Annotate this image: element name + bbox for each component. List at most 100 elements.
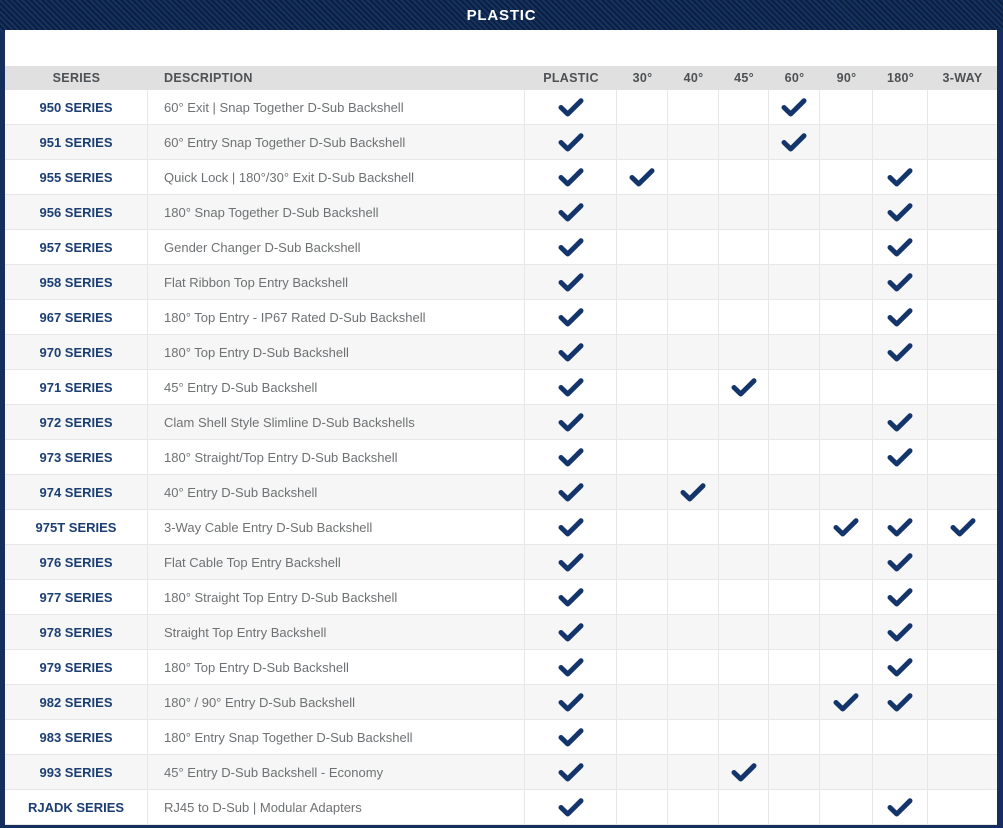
- check-cell-deg30: [617, 335, 668, 369]
- series-link[interactable]: 956 SERIES: [5, 195, 148, 229]
- series-link[interactable]: 970 SERIES: [5, 335, 148, 369]
- check-cell-way3: [928, 300, 997, 334]
- check-cell-deg40: [668, 335, 719, 369]
- series-link[interactable]: 975T SERIES: [5, 510, 148, 544]
- check-cell-deg180: [873, 440, 928, 474]
- table-row: 951 SERIES60° Entry Snap Together D-Sub …: [5, 125, 997, 160]
- check-cell-deg45: [719, 755, 769, 789]
- check-cell-deg45: [719, 370, 769, 404]
- check-cell-way3: [928, 125, 997, 159]
- series-link[interactable]: 955 SERIES: [5, 160, 148, 194]
- check-cell-way3: [928, 755, 997, 789]
- check-cell-deg45: [719, 510, 769, 544]
- check-cell-plastic: [525, 580, 617, 614]
- check-cell-deg45: [719, 545, 769, 579]
- series-link[interactable]: 974 SERIES: [5, 475, 148, 509]
- check-cell-deg180: [873, 650, 928, 684]
- series-link[interactable]: 951 SERIES: [5, 125, 148, 159]
- banner-title: PLASTIC: [467, 7, 537, 24]
- check-cell-way3: [928, 370, 997, 404]
- check-cell-deg40: [668, 685, 719, 719]
- checkmark-icon: [558, 518, 584, 537]
- check-cell-plastic: [525, 160, 617, 194]
- check-cell-deg180: [873, 265, 928, 299]
- checkmark-icon: [887, 553, 913, 572]
- check-cell-deg45: [719, 720, 769, 754]
- check-cell-deg90: [820, 125, 873, 159]
- table-row: 957 SERIESGender Changer D-Sub Backshell: [5, 230, 997, 265]
- checkmark-icon: [887, 168, 913, 187]
- checkmark-icon: [558, 343, 584, 362]
- check-cell-deg40: [668, 720, 719, 754]
- row-description: 3-Way Cable Entry D-Sub Backshell: [148, 510, 525, 544]
- check-cell-deg40: [668, 230, 719, 264]
- series-link[interactable]: 978 SERIES: [5, 615, 148, 649]
- check-cell-deg60: [769, 405, 820, 439]
- checkmark-icon: [558, 798, 584, 817]
- table-row: RJADK SERIESRJ45 to D-Sub | Modular Adap…: [5, 790, 997, 825]
- series-link[interactable]: 973 SERIES: [5, 440, 148, 474]
- check-cell-deg30: [617, 685, 668, 719]
- checkmark-icon: [781, 133, 807, 152]
- check-cell-deg60: [769, 685, 820, 719]
- check-cell-deg180: [873, 580, 928, 614]
- checkmark-icon: [558, 588, 584, 607]
- check-cell-plastic: [525, 685, 617, 719]
- col-header-deg90: 90°: [820, 66, 873, 90]
- check-cell-deg30: [617, 720, 668, 754]
- check-cell-deg90: [820, 720, 873, 754]
- check-cell-plastic: [525, 545, 617, 579]
- check-cell-deg60: [769, 195, 820, 229]
- check-cell-way3: [928, 335, 997, 369]
- checkmark-icon: [558, 728, 584, 747]
- series-link[interactable]: 977 SERIES: [5, 580, 148, 614]
- series-link[interactable]: 958 SERIES: [5, 265, 148, 299]
- check-cell-deg180: [873, 545, 928, 579]
- series-link[interactable]: 983 SERIES: [5, 720, 148, 754]
- series-link[interactable]: 971 SERIES: [5, 370, 148, 404]
- col-header-deg40: 40°: [668, 66, 719, 90]
- check-cell-deg45: [719, 615, 769, 649]
- plastic-backshell-comparison-page: PLASTIC SERIES DESCRIPTION PLASTIC30°40°…: [0, 0, 1003, 828]
- series-link[interactable]: 982 SERIES: [5, 685, 148, 719]
- checkmark-icon: [887, 203, 913, 222]
- row-description: 180° Entry Snap Together D-Sub Backshell: [148, 720, 525, 754]
- check-cell-deg40: [668, 300, 719, 334]
- check-cell-deg90: [820, 475, 873, 509]
- table-body: 950 SERIES60° Exit | Snap Together D-Sub…: [5, 90, 997, 825]
- row-description: 45° Entry D-Sub Backshell - Economy: [148, 755, 525, 789]
- table-row: 958 SERIESFlat Ribbon Top Entry Backshel…: [5, 265, 997, 300]
- checkmark-icon: [887, 623, 913, 642]
- check-cell-deg30: [617, 790, 668, 824]
- row-description: Gender Changer D-Sub Backshell: [148, 230, 525, 264]
- check-cell-deg30: [617, 370, 668, 404]
- check-cell-deg45: [719, 265, 769, 299]
- check-cell-plastic: [525, 335, 617, 369]
- table-row: 973 SERIES180° Straight/Top Entry D-Sub …: [5, 440, 997, 475]
- series-link[interactable]: 979 SERIES: [5, 650, 148, 684]
- series-link[interactable]: RJADK SERIES: [5, 790, 148, 824]
- check-cell-deg40: [668, 545, 719, 579]
- check-cell-deg40: [668, 405, 719, 439]
- check-cell-deg45: [719, 125, 769, 159]
- check-cell-way3: [928, 650, 997, 684]
- check-cell-deg30: [617, 755, 668, 789]
- checkmark-icon: [887, 588, 913, 607]
- series-link[interactable]: 976 SERIES: [5, 545, 148, 579]
- check-cell-deg90: [820, 685, 873, 719]
- series-link[interactable]: 967 SERIES: [5, 300, 148, 334]
- table-row: 983 SERIES180° Entry Snap Together D-Sub…: [5, 720, 997, 755]
- col-header-deg60: 60°: [769, 66, 820, 90]
- series-link[interactable]: 972 SERIES: [5, 405, 148, 439]
- check-cell-deg30: [617, 160, 668, 194]
- check-cell-plastic: [525, 265, 617, 299]
- check-cell-deg180: [873, 685, 928, 719]
- check-cell-deg40: [668, 195, 719, 229]
- series-link[interactable]: 993 SERIES: [5, 755, 148, 789]
- check-cell-deg90: [820, 615, 873, 649]
- check-cell-deg180: [873, 230, 928, 264]
- check-cell-deg45: [719, 650, 769, 684]
- check-cell-way3: [928, 475, 997, 509]
- series-link[interactable]: 957 SERIES: [5, 230, 148, 264]
- series-link[interactable]: 950 SERIES: [5, 90, 148, 124]
